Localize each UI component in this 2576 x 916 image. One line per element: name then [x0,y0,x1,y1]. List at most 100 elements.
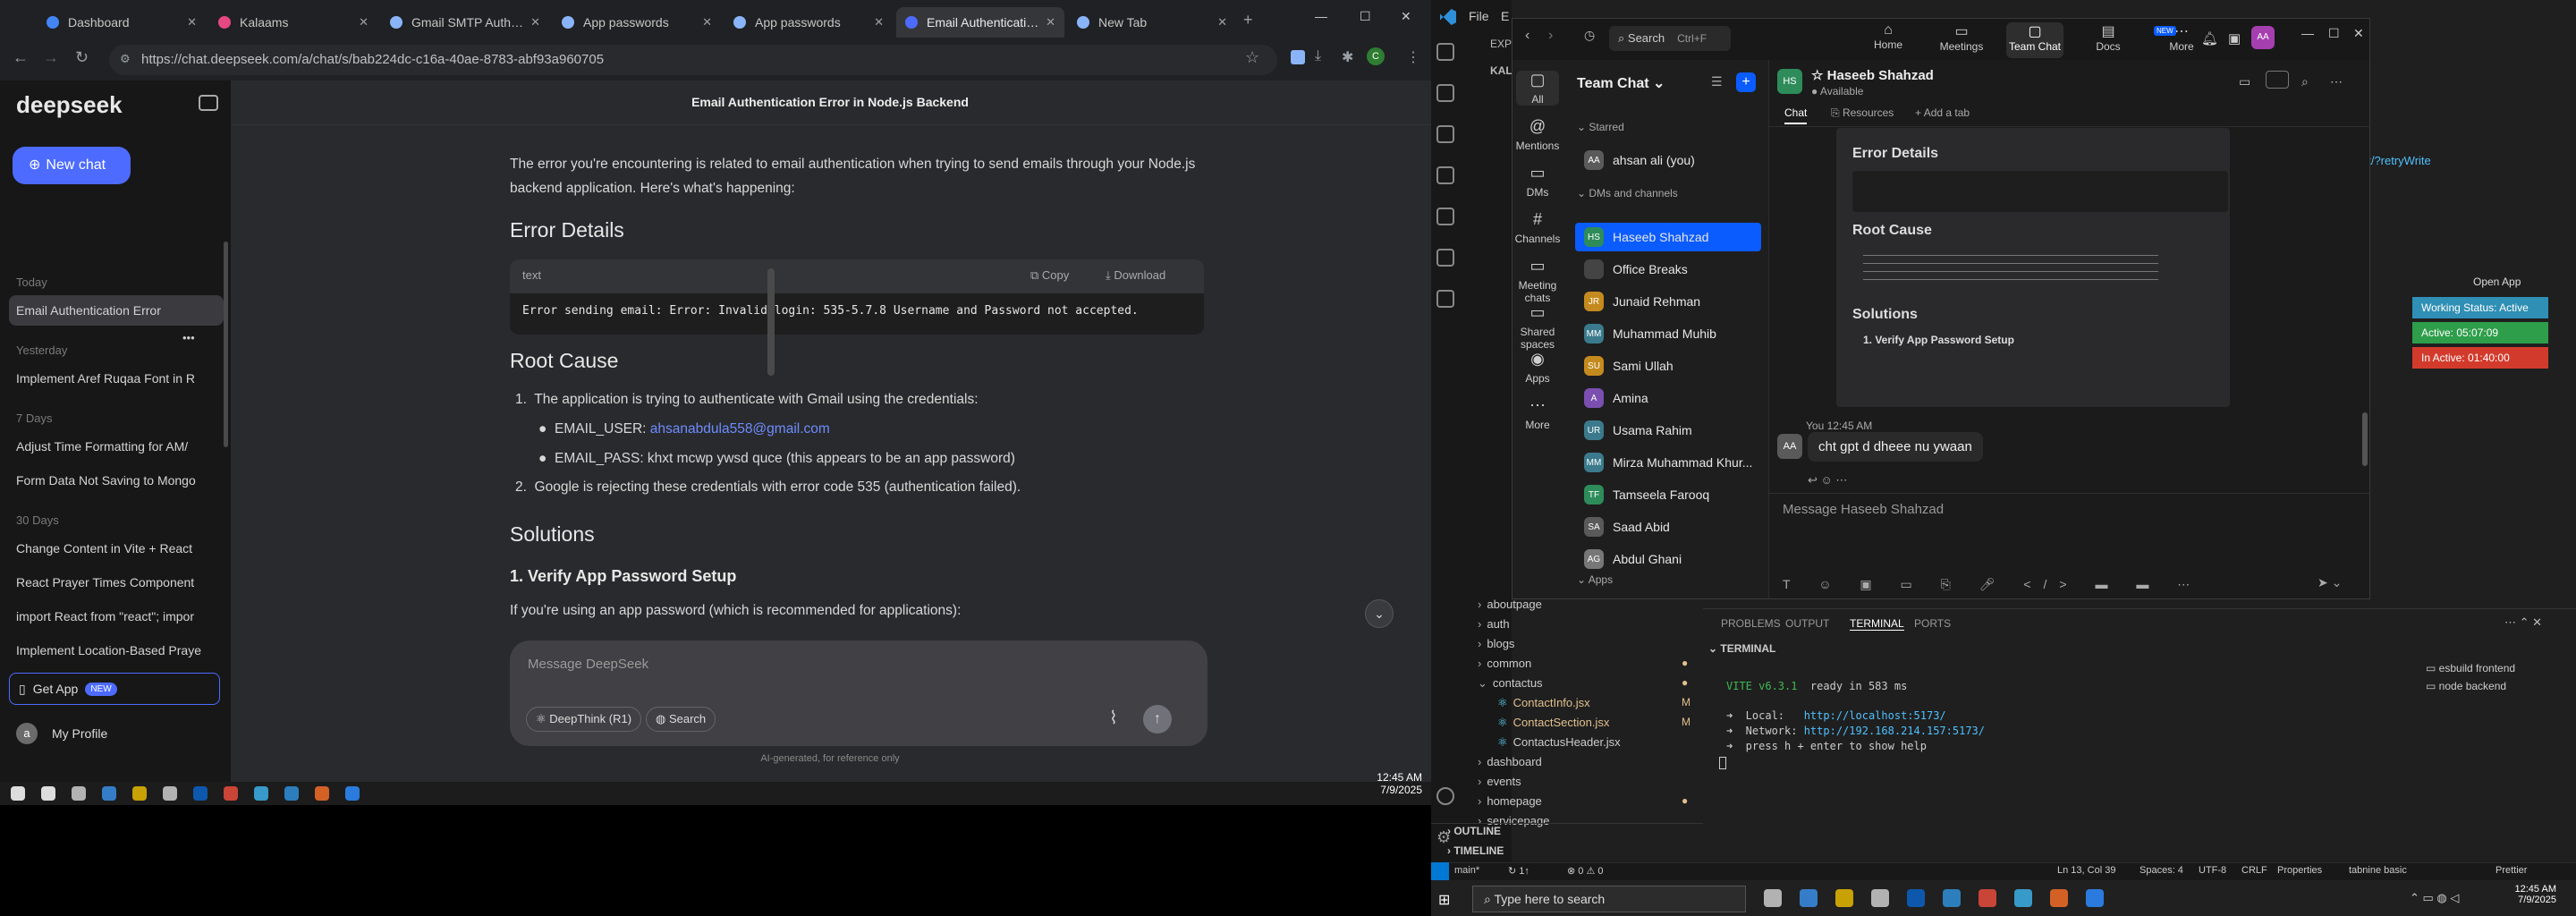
run-debug-icon[interactable] [1436,166,1454,184]
chat-name[interactable]: ☆ Haseeb Shahzad [1811,67,1934,83]
remote-icon[interactable] [1436,249,1454,267]
browser-tab[interactable]: Gmail SMTP Authentic ✕ [381,7,549,38]
shared-screenshot-image[interactable]: Error Details Root Cause Solutions 1. Ve… [1836,128,2230,407]
terminal-instance[interactable]: ▭ esbuild frontend [2426,662,2515,674]
status-tabnine[interactable]: tabnine basic [2349,865,2407,876]
minimize-button[interactable]: — [1315,9,1327,23]
contact-item[interactable]: SU Sami Ullah [1575,352,1761,380]
status-branch[interactable]: main* [1454,865,1479,876]
left-nav-more[interactable]: ⋯ More [1513,396,1563,431]
contact-item[interactable]: AG Abdul Ghani [1575,545,1761,573]
whiteboard-icon[interactable]: ▣ [2228,30,2241,47]
status-props[interactable]: Properties [2277,865,2322,876]
taskbar-app-icon[interactable] [284,786,299,801]
taskbar-app-icon[interactable] [11,786,25,801]
status-enc[interactable]: UTF-8 [2199,865,2226,876]
taskbar-app-icon[interactable] [315,786,329,801]
taskbar-app-icon[interactable] [224,786,238,801]
taskbar-app-icon[interactable] [1979,889,1996,907]
contact-item[interactable]: JR Junaid Rehman [1575,287,1761,316]
extensions-puzzle-icon[interactable]: ✱ [1342,48,1353,66]
taskbar-app-icon[interactable] [132,786,147,801]
chat-tab[interactable]: + Add a tab [1915,106,1970,119]
history-item[interactable]: Adjust Time Formatting for AM/ [9,431,224,462]
account-icon[interactable] [1436,787,1454,805]
history-more-icon[interactable]: ••• [182,331,195,344]
scroll-down-button[interactable]: ⌄ [1365,599,1394,628]
history-item[interactable]: Implement Aref Ruqaa Font in R [9,363,224,394]
top-nav-meetings[interactable]: ▭ Meetings [1933,22,1990,58]
chrome-menu-icon[interactable]: ⋮ [1406,48,1420,66]
taskbar-app-icon[interactable] [345,786,360,801]
history-item[interactable]: Email Authentication Error [9,295,224,326]
close-tab-icon[interactable]: ✕ [359,15,369,30]
tree-item[interactable]: ⚛ ContactInfo.jsx [1497,696,1590,710]
contact-item[interactable]: A Amina [1575,384,1761,412]
system-tray-icons[interactable]: ⌃ ▭ ◍ ◁ [2410,891,2459,905]
status-prettier[interactable]: Prettier [2496,865,2527,876]
menu-file[interactable]: File [1469,9,1489,23]
sidebar-toggle-icon[interactable] [199,95,218,111]
contact-item[interactable]: UR Usama Rahim [1575,416,1761,445]
message-input[interactable]: Message Haseeb Shahzad [1783,502,1944,517]
panel-title[interactable]: Team Chat ⌄ [1577,74,1665,92]
profile-avatar[interactable]: C [1367,47,1385,65]
chat-scrollbar[interactable] [767,268,775,376]
history-item[interactable]: Implement Location-Based Praye [9,635,224,666]
video-icon[interactable]: ▭ [2239,74,2250,89]
attach-icon[interactable]: ⌇ [1109,707,1118,729]
taskbar-app-icon[interactable] [1871,889,1889,907]
send-button[interactable]: ↑ [1143,705,1172,734]
left-nav-dms[interactable]: ▭ DMs [1513,164,1563,199]
contact-item[interactable]: MM Mirza Muhammad Khur... [1575,448,1761,477]
left-nav-apps[interactable]: ◉ Apps [1513,350,1563,385]
history-item[interactable]: Form Data Not Saving to Mongo [9,465,224,496]
back-icon[interactable]: ‹ [1525,28,1530,44]
reload-icon[interactable]: ↻ [75,48,89,67]
top-nav-team-chat[interactable]: ▢ Team Chat [2006,22,2063,58]
tree-item[interactable]: › common [1478,657,1531,670]
maximize-button[interactable]: ☐ [2328,26,2340,41]
left-nav-shared-spaces[interactable]: ▭ Shared spaces [1513,303,1563,351]
history-item[interactable]: Change Content in Vite + React [9,533,224,564]
taskbar-app-icon[interactable] [1764,889,1782,907]
taskbar-app-icon[interactable] [2050,889,2068,907]
tree-item[interactable]: ⚛ ContactSection.jsx [1497,716,1609,730]
avatar[interactable]: AA [2251,26,2275,49]
message-bubble[interactable]: cht gpt d dheee nu ywaan [1808,432,1983,462]
contact-item[interactable]: AA ahsan ali (you) [1575,146,1761,174]
chat-avatar[interactable]: HS [1777,69,1802,94]
chat-tab[interactable]: ⎘ Resources [1831,106,1894,120]
tree-item[interactable]: › dashboard [1478,755,1542,768]
taskbar-search[interactable]: ⌕ Type here to search [1472,886,1746,912]
search-chat-icon[interactable]: ⌕ [2301,74,2309,89]
message-input[interactable]: Message DeepSeek [528,657,648,672]
top-nav-home[interactable]: ⌂ Home [1860,22,1917,58]
maximize-button[interactable]: ☐ [1360,9,1371,24]
contact-item[interactable]: Office Breaks [1575,255,1761,284]
side-panel-icon[interactable] [2266,71,2289,89]
panel-tab[interactable]: PROBLEMS [1721,617,1781,630]
taskbar-app-icon[interactable] [1835,889,1853,907]
browser-tab[interactable]: New Tab ✕ [1068,7,1236,38]
team-chat-search[interactable]: ⌕ Search Ctrl+F [1609,26,1731,51]
left-nav-channels[interactable]: # Channels [1513,210,1563,245]
browser-tab[interactable]: Email Authentication E ✕ [896,7,1064,38]
close-tab-icon[interactable]: ✕ [530,15,540,30]
history-item[interactable]: import React from "react"; impor [9,601,224,632]
close-window-button[interactable]: ✕ [1401,9,1411,24]
extension-icon[interactable] [1291,50,1305,64]
taskbar-app-icon[interactable] [163,786,177,801]
send-icon[interactable]: ➤ ⌄ [2318,575,2342,590]
taskbar-app-icon[interactable] [72,786,86,801]
status-spaces[interactable]: Spaces: 4 [2140,865,2183,876]
panel-tab[interactable]: TERMINAL [1850,617,1904,631]
files-icon[interactable] [1436,43,1454,61]
forward-icon[interactable]: › [1548,28,1553,44]
left-nav-all[interactable]: ▢ All [1516,71,1559,106]
status-sync[interactable]: ↻ 1↑ [1508,865,1530,877]
tree-item[interactable]: › auth [1478,617,1510,631]
search-icon[interactable] [1436,84,1454,102]
open-app-button[interactable]: Open App [2473,276,2521,288]
flame-icon[interactable] [1436,290,1454,308]
